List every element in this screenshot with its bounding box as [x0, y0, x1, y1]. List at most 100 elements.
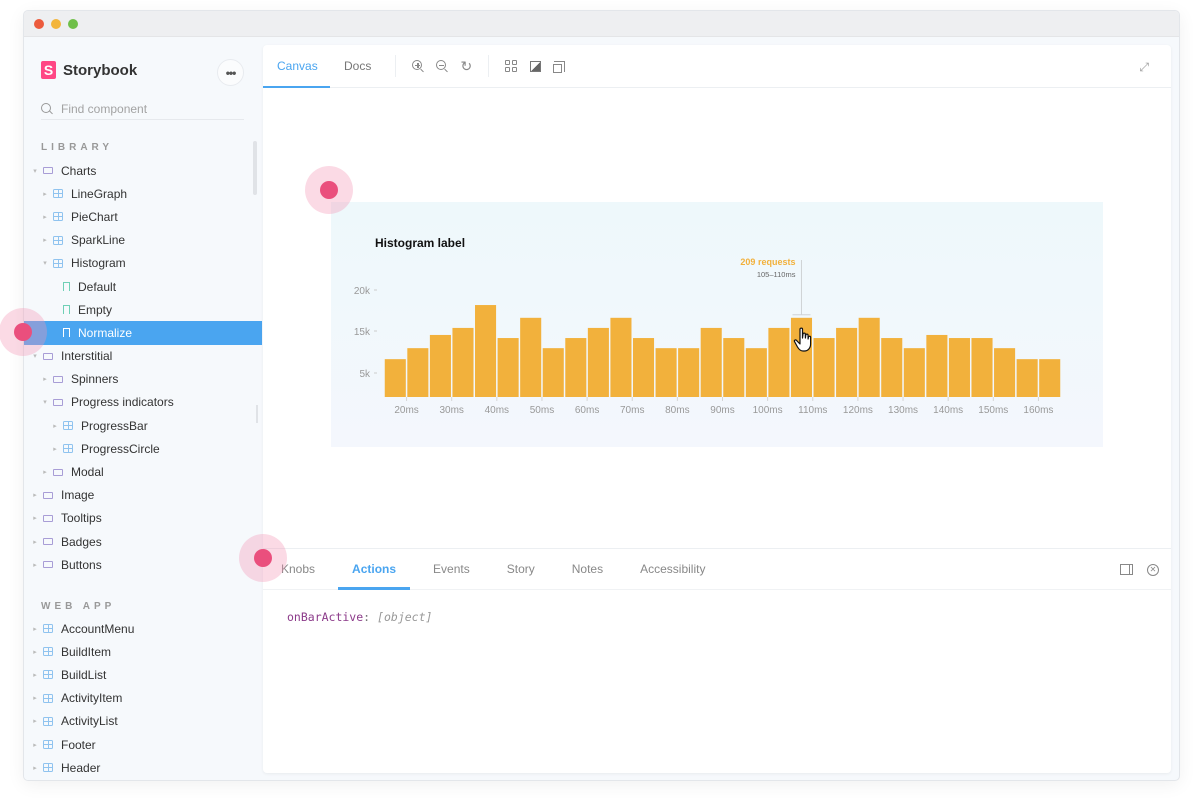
addon-tab-story[interactable]: Story	[493, 549, 549, 590]
chevron-down-icon[interactable]: ▾	[41, 259, 49, 267]
sidebar-item-progressbar[interactable]: ▸ ProgressBar	[24, 414, 262, 437]
chevron-right-icon[interactable]: ▸	[31, 694, 39, 702]
tab-canvas[interactable]: Canvas	[263, 45, 330, 88]
histogram-bar[interactable]	[858, 317, 880, 397]
minimize-window-button[interactable]	[51, 19, 61, 29]
histogram-bar[interactable]	[813, 338, 835, 397]
histogram-bar[interactable]	[723, 338, 745, 397]
sidebar-item-builditem[interactable]: ▸ BuildItem	[24, 640, 262, 663]
sidebar-resize-handle[interactable]	[256, 405, 258, 423]
sidebar-item-progress-indicators[interactable]: ▾ Progress indicators	[24, 391, 262, 414]
chevron-right-icon[interactable]: ▸	[31, 514, 39, 522]
chevron-right-icon[interactable]: ▸	[41, 190, 49, 198]
chevron-right-icon[interactable]: ▸	[41, 236, 49, 244]
histogram-bar[interactable]	[655, 348, 677, 397]
sidebar-item-tooltips[interactable]: ▸ Tooltips	[24, 507, 262, 530]
histogram-bar[interactable]	[700, 327, 722, 397]
sidebar-item-activitylist[interactable]: ▸ ActivityList	[24, 710, 262, 733]
zoom-reset-button[interactable]: ↻	[459, 58, 473, 74]
histogram-bar[interactable]	[678, 348, 700, 397]
chevron-right-icon[interactable]: ▸	[31, 491, 39, 499]
histogram-bar[interactable]	[903, 348, 925, 397]
chevron-right-icon[interactable]: ▸	[31, 717, 39, 725]
sidebar-item-spinners[interactable]: ▸ Spinners	[24, 368, 262, 391]
sidebar-item-interstitial[interactable]: ▾ Interstitial	[24, 345, 262, 368]
sidebar-item-charts[interactable]: ▾ Charts	[24, 159, 262, 182]
chevron-right-icon[interactable]: ▸	[31, 538, 39, 546]
chevron-right-icon[interactable]: ▸	[51, 445, 59, 453]
brand[interactable]: S Storybook	[41, 61, 137, 79]
chevron-right-icon[interactable]: ▸	[31, 648, 39, 656]
sidebar-item-footer[interactable]: ▸ Footer	[24, 733, 262, 756]
background-button[interactable]	[528, 59, 542, 73]
histogram-bar[interactable]	[497, 338, 519, 397]
chevron-right-icon[interactable]: ▸	[31, 741, 39, 749]
search-input[interactable]	[61, 101, 231, 116]
zoom-in-button[interactable]	[411, 59, 425, 73]
histogram-bar[interactable]	[768, 327, 790, 397]
sidebar-item-normalize[interactable]: Normalize	[24, 321, 262, 345]
histogram-bar[interactable]	[384, 359, 406, 397]
histogram-bar[interactable]	[542, 348, 564, 397]
chevron-down-icon[interactable]: ▾	[31, 167, 39, 175]
sidebar-item-histogram[interactable]: ▾ Histogram	[24, 252, 262, 275]
histogram-bar[interactable]	[948, 338, 970, 397]
histogram-bar[interactable]	[565, 338, 587, 397]
sidebar-item-linegraph[interactable]: ▸ LineGraph	[24, 182, 262, 205]
histogram-bar[interactable]	[926, 334, 948, 397]
histogram-bar[interactable]	[1016, 359, 1038, 397]
histogram-bar[interactable]	[971, 338, 993, 397]
close-window-button[interactable]	[34, 19, 44, 29]
sidebar-item-activityitem[interactable]: ▸ ActivityItem	[24, 687, 262, 710]
histogram-bar[interactable]	[1039, 359, 1061, 397]
fullscreen-button[interactable]: ⤢	[1139, 60, 1149, 75]
histogram-bar[interactable]	[745, 348, 767, 397]
histogram-bar[interactable]	[587, 327, 609, 397]
histogram-bar[interactable]	[610, 317, 632, 397]
addon-tab-notes[interactable]: Notes	[558, 549, 617, 590]
outline-button[interactable]	[552, 59, 566, 73]
addon-tab-accessibility[interactable]: Accessibility	[626, 549, 719, 590]
histogram-bar[interactable]	[520, 317, 542, 397]
histogram-bar[interactable]	[407, 348, 429, 397]
sidebar-item-label: ProgressCircle	[81, 441, 160, 456]
sidebar-item-header[interactable]: ▸ Header	[24, 756, 262, 779]
histogram-bar[interactable]	[452, 327, 474, 397]
sidebar-item-sparkline[interactable]: ▸ SparkLine	[24, 229, 262, 252]
maximize-window-button[interactable]	[68, 19, 78, 29]
chevron-down-icon[interactable]: ▾	[41, 398, 49, 406]
tab-docs[interactable]: Docs	[330, 45, 385, 88]
histogram-bar[interactable]	[994, 348, 1016, 397]
sidebar-item-empty[interactable]: Empty	[24, 298, 262, 321]
histogram-bar[interactable]	[475, 305, 497, 397]
histogram-bar[interactable]	[429, 334, 451, 397]
more-options-button[interactable]: •••	[217, 59, 244, 86]
chevron-right-icon[interactable]: ▸	[31, 625, 39, 633]
sidebar-item-buttons[interactable]: ▸ Buttons	[24, 553, 262, 576]
histogram-bar[interactable]	[881, 338, 903, 397]
zoom-out-button[interactable]	[435, 59, 449, 73]
sidebar-item-modal[interactable]: ▸ Modal	[24, 460, 262, 483]
sidebar-item-image[interactable]: ▸ Image	[24, 484, 262, 507]
chevron-right-icon[interactable]: ▸	[31, 561, 39, 569]
chevron-right-icon[interactable]: ▸	[41, 375, 49, 383]
grid-button[interactable]	[504, 59, 518, 73]
sidebar-scrollbar[interactable]	[253, 141, 257, 195]
histogram-bar[interactable]	[632, 338, 655, 397]
chevron-right-icon[interactable]: ▸	[51, 422, 59, 430]
sidebar-item-accountmenu[interactable]: ▸ AccountMenu	[24, 617, 262, 640]
sidebar-item-buildlist[interactable]: ▸ BuildList	[24, 663, 262, 686]
addon-tab-events[interactable]: Events	[419, 549, 484, 590]
chevron-right-icon[interactable]: ▸	[41, 213, 49, 221]
histogram-bar[interactable]	[836, 327, 858, 397]
chevron-right-icon[interactable]: ▸	[31, 764, 39, 772]
sidebar-item-piechart[interactable]: ▸ PieChart	[24, 205, 262, 228]
chevron-right-icon[interactable]: ▸	[31, 671, 39, 679]
sidebar-item-progresscircle[interactable]: ▸ ProgressCircle	[24, 437, 262, 460]
sidebar-item-default[interactable]: Default	[24, 275, 262, 298]
toggle-panel-orientation-icon[interactable]	[1120, 564, 1133, 575]
chevron-right-icon[interactable]: ▸	[41, 468, 49, 476]
close-panel-icon[interactable]: ✕	[1147, 564, 1159, 576]
addon-tab-actions[interactable]: Actions	[338, 549, 411, 590]
sidebar-item-badges[interactable]: ▸ Badges	[24, 530, 262, 553]
